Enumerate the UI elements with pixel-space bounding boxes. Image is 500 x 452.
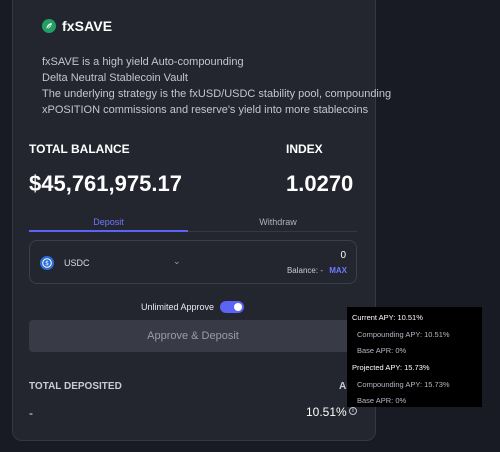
tooltip-current-base: Base APR: 0% xyxy=(357,346,407,355)
tooltip-projected-compounding: Compounding APY: 15.73% xyxy=(357,380,450,389)
total-balance-label: TOTAL BALANCE xyxy=(29,142,130,156)
unlimited-approve-label: Unlimited Approve xyxy=(141,302,215,312)
active-tab-indicator xyxy=(29,230,188,232)
vault-description: fxSAVE is a high yield Auto-compounding … xyxy=(42,54,392,118)
deposit-input-box: $ USDC ⌄ 0 Balance: - MAX xyxy=(29,240,357,284)
tooltip-projected-apy: Projected APY: 15.73% xyxy=(352,363,430,372)
tooltip-current-compounding: Compounding APY: 10.51% xyxy=(357,330,450,339)
vault-header: fxSAVE xyxy=(42,18,112,34)
svg-text:$: $ xyxy=(45,260,49,267)
unlimited-approve-toggle[interactable] xyxy=(220,301,245,313)
tooltip-current-apy: Current APY: 10.51% xyxy=(352,313,423,322)
usdc-token-icon: $ xyxy=(40,256,54,270)
total-deposited-label: TOTAL DEPOSITED xyxy=(29,381,122,392)
description-line: Delta Neutral Stablecoin Vault xyxy=(42,72,188,84)
index-value: 1.0270 xyxy=(286,171,354,196)
info-icon[interactable]: i xyxy=(349,407,357,415)
approve-deposit-button[interactable]: Approve & Deposit xyxy=(29,320,357,352)
tab-withdraw[interactable]: Withdraw xyxy=(188,217,368,227)
token-balance: Balance: - xyxy=(286,266,323,275)
tooltip-projected-base: Base APR: 0% xyxy=(357,396,407,405)
chevron-down-icon[interactable]: ⌄ xyxy=(173,256,181,267)
token-select[interactable]: USDC xyxy=(64,258,90,268)
description-line: xPOSITION commissions and reserve's yiel… xyxy=(42,104,369,116)
tab-deposit[interactable]: Deposit xyxy=(29,217,188,227)
max-button[interactable]: MAX xyxy=(329,266,347,275)
fxsave-logo-icon xyxy=(42,19,56,33)
vault-title: fxSAVE xyxy=(62,18,113,34)
amount-input[interactable]: 0 xyxy=(340,250,346,261)
total-deposited-value: - xyxy=(29,406,33,420)
apy-value: 10.51% xyxy=(306,405,347,419)
index-label: INDEX xyxy=(286,142,323,156)
description-line: The underlying strategy is the fxUSD/USD… xyxy=(42,88,392,100)
unlimited-approve-row: Unlimited Approve xyxy=(141,301,245,313)
description-line: fxSAVE is a high yield Auto-compounding xyxy=(42,56,244,68)
apy-tooltip: Current APY: 10.51% Compounding APY: 10.… xyxy=(347,307,482,407)
total-balance-value: $45,761,975.17 xyxy=(29,171,182,196)
